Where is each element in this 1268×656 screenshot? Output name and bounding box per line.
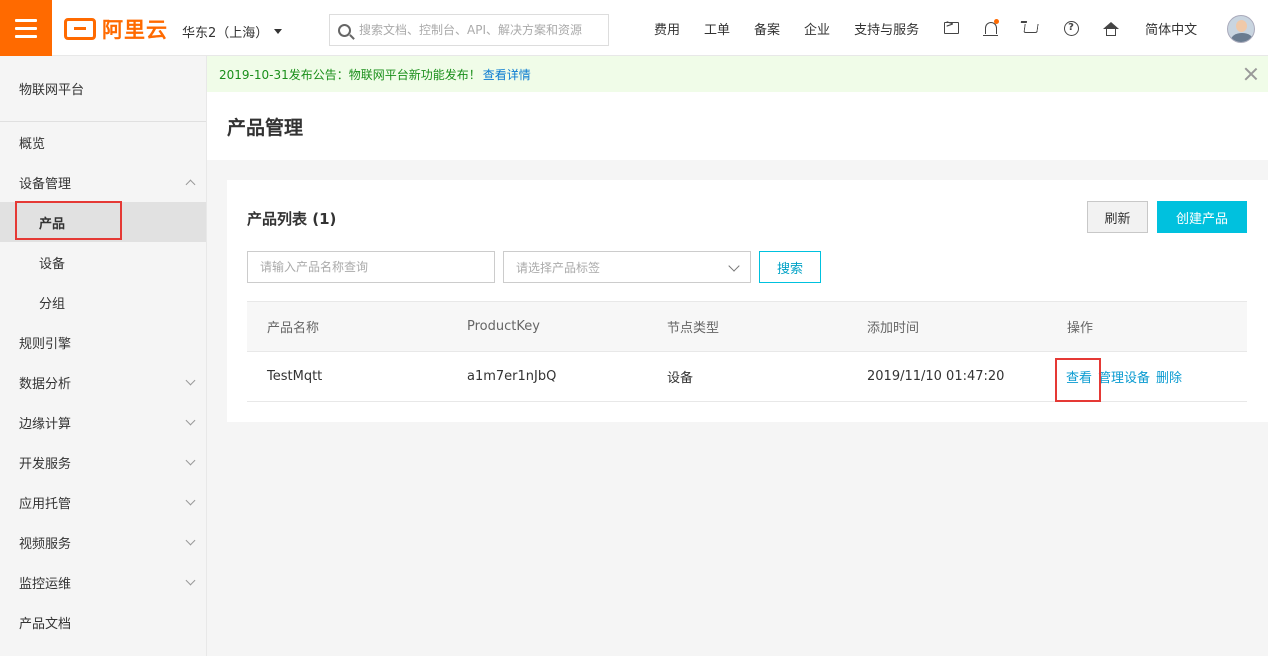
create-product-button[interactable]: 创建产品 [1157, 201, 1247, 233]
header-product-name: 产品名称 [267, 321, 320, 336]
help-icon: ? [1063, 20, 1079, 36]
chevron-down-icon [185, 495, 196, 506]
chevron-down-icon [728, 260, 740, 272]
nav-icp-filing[interactable]: 备案 [742, 19, 792, 38]
sidebar-item-label: 规则引擎 [19, 336, 72, 352]
sidebar-item-app-hosting[interactable]: 应用托管 [0, 482, 206, 522]
sidebar-item-label: 应用托管 [19, 496, 72, 512]
sidebar-item-label: 产品文档 [19, 616, 72, 632]
cell-product-key: a1m7er1nJbQ [467, 369, 557, 384]
product-tag-placeholder: 请选择产品标签 [516, 260, 601, 275]
sidebar-title[interactable]: 物联网平台 [0, 56, 206, 122]
help-button[interactable]: ? [1051, 0, 1091, 56]
chevron-down-icon [185, 575, 196, 586]
sidebar-item-label: 设备 [39, 256, 66, 272]
cell-product-name: TestMqtt [267, 369, 323, 384]
product-list-card: 产品列表 (1) 刷新 创建产品 请选择产品标签 搜索 产品名称 Product… [227, 180, 1268, 422]
sidebar-item-label: 产品 [39, 216, 66, 232]
user-avatar[interactable] [1227, 15, 1255, 43]
table-header: 产品名称 ProductKey 节点类型 添加时间 操作 [247, 301, 1247, 352]
chevron-down-icon [185, 535, 196, 546]
nav-billing[interactable]: 费用 [642, 19, 692, 38]
search-button[interactable]: 搜索 [759, 251, 821, 283]
sidebar-item-product-docs[interactable]: 产品文档 [0, 602, 206, 642]
announcement-text: 2019-10-31发布公告：物联网平台新功能发布！ [219, 67, 481, 82]
cart-button[interactable] [1011, 0, 1051, 56]
cart-icon [1023, 23, 1039, 33]
notifications-button[interactable] [971, 0, 1011, 56]
chevron-up-icon [185, 179, 196, 190]
global-search[interactable] [329, 14, 609, 46]
terminal-button[interactable] [931, 0, 971, 56]
language-selector[interactable]: 简体中文 [1131, 19, 1211, 38]
top-nav: 费用 工单 备案 企业 支持与服务 ? 简体中文 [642, 0, 1211, 56]
chevron-down-icon [185, 455, 196, 466]
home-button[interactable] [1091, 0, 1131, 56]
header-product-key: ProductKey [467, 319, 540, 334]
aliyun-logo-icon [64, 18, 96, 40]
nav-tickets[interactable]: 工单 [692, 19, 742, 38]
sidebar-item-label: 开发服务 [19, 456, 72, 472]
hamburger-menu-icon[interactable] [0, 0, 52, 56]
notification-dot [994, 19, 1000, 24]
page-header: 产品管理 [207, 92, 1268, 160]
product-table: 产品名称 ProductKey 节点类型 添加时间 操作 TestMqtt a1… [247, 301, 1247, 402]
sidebar-item-overview[interactable]: 概览 [0, 122, 206, 162]
region-label: 华东2（上海） [182, 26, 269, 41]
nav-support[interactable]: 支持与服务 [842, 19, 931, 38]
sidebar-item-label: 监控运维 [19, 576, 72, 592]
search-icon [338, 23, 351, 37]
sidebar-item-device-management[interactable]: 设备管理 [0, 162, 206, 202]
sidebar-item-label: 边缘计算 [19, 416, 72, 432]
sidebar-item-label: 视频服务 [19, 536, 72, 552]
sidebar-item-label: 设备管理 [19, 176, 72, 192]
terminal-icon [943, 19, 959, 34]
sidebar-item-monitoring[interactable]: 监控运维 [0, 562, 206, 602]
sidebar-item-data-analysis[interactable]: 数据分析 [0, 362, 206, 402]
header-created-time: 添加时间 [867, 321, 920, 336]
home-icon [1103, 21, 1120, 36]
sidebar-item-label: 概览 [19, 136, 46, 152]
manage-devices-link[interactable]: 管理设备 [1098, 367, 1150, 386]
announcement-details-link[interactable]: 查看详情 [483, 66, 531, 83]
close-icon[interactable] [1244, 67, 1258, 81]
header-node-type: 节点类型 [667, 321, 720, 336]
sidebar-item-edge-computing[interactable]: 边缘计算 [0, 402, 206, 442]
aliyun-logo[interactable]: 阿里云 [64, 15, 168, 43]
sidebar-item-dev-services[interactable]: 开发服务 [0, 442, 206, 482]
sidebar-item-label: 分组 [39, 296, 66, 312]
refresh-button[interactable]: 刷新 [1087, 201, 1148, 233]
announcement-banner: 2019-10-31发布公告：物联网平台新功能发布！ 查看详情 [207, 56, 1268, 92]
sidebar-item-devices[interactable]: 设备 [0, 242, 206, 282]
logo-text: 阿里云 [102, 18, 168, 42]
product-list-title: 产品列表 (1) [247, 210, 337, 228]
page-title: 产品管理 [227, 116, 304, 139]
chevron-down-icon [185, 415, 196, 426]
caret-down-icon [274, 29, 283, 34]
delete-link[interactable]: 删除 [1156, 367, 1182, 386]
sidebar-item-products[interactable]: 产品 [0, 202, 206, 242]
product-name-search-input[interactable] [247, 251, 495, 283]
cell-actions: 查看 管理设备 删除 [1047, 367, 1247, 386]
sidebar-item-rule-engine[interactable]: 规则引擎 [0, 322, 206, 362]
sidebar-item-video-services[interactable]: 视频服务 [0, 522, 206, 562]
region-selector[interactable]: 华东2（上海） [182, 22, 283, 41]
table-row: TestMqtt a1m7er1nJbQ 设备 2019/11/10 01:47… [247, 352, 1247, 402]
sidebar: 物联网平台 概览 设备管理 产品 设备 分组 规则引擎 数据分析 边缘计算 开发… [0, 56, 207, 656]
top-bar: 阿里云 华东2（上海） 费用 工单 备案 企业 支持与服务 ? 简体中文 [0, 0, 1268, 56]
view-link[interactable]: 查看 [1066, 367, 1092, 386]
global-search-input[interactable] [359, 23, 589, 37]
cell-node-type: 设备 [667, 371, 694, 386]
sidebar-item-groups[interactable]: 分组 [0, 282, 206, 322]
product-tag-select[interactable]: 请选择产品标签 [503, 251, 751, 283]
header-actions: 操作 [1067, 321, 1094, 336]
nav-enterprise[interactable]: 企业 [792, 19, 842, 38]
chevron-down-icon [185, 375, 196, 386]
sidebar-item-label: 数据分析 [19, 376, 72, 392]
cell-created-time: 2019/11/10 01:47:20 [867, 369, 1005, 384]
